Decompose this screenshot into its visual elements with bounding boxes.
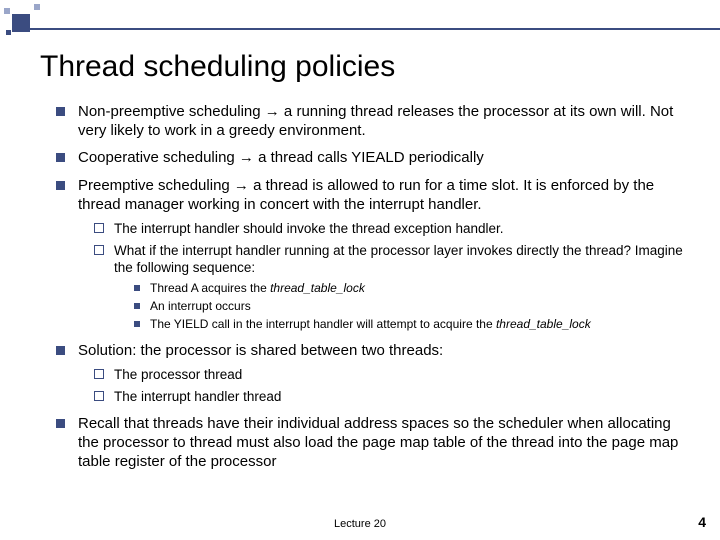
italic-term: thread_table_lock — [496, 317, 591, 331]
sub-text: What if the interrupt handler running at… — [114, 243, 683, 275]
sub-item: The interrupt handler should invoke the … — [94, 220, 690, 237]
italic-term: thread_table_lock — [270, 281, 365, 295]
sub-item: What if the interrupt handler running at… — [94, 242, 690, 333]
sub-list: The processor thread The interrupt handl… — [78, 366, 690, 406]
bullet-text: Recall that threads have their individua… — [78, 415, 678, 470]
slide-content: Thread scheduling policies Non-preemptiv… — [0, 0, 720, 471]
bullet-item: Cooperative scheduling → a thread calls … — [56, 148, 690, 167]
bullet-item: Recall that threads have their individua… — [56, 414, 690, 472]
subsub-item: An interrupt occurs — [134, 299, 690, 314]
sub-list: The interrupt handler should invoke the … — [78, 220, 690, 333]
sub-text: The interrupt handler should invoke the … — [114, 221, 504, 236]
bullet-list: Non-preemptive scheduling → a running th… — [44, 102, 690, 471]
footer-lecture: Lecture 20 — [0, 518, 720, 530]
footer-page-number: 4 — [698, 514, 706, 530]
sub-item: The processor thread — [94, 366, 690, 383]
subsub-text: Thread A acquires the — [150, 281, 270, 295]
bullet-text: Non-preemptive scheduling → a running th… — [78, 103, 673, 139]
sub-text: The processor thread — [114, 367, 242, 382]
sub-item: The interrupt handler thread — [94, 388, 690, 405]
subsub-list: Thread A acquires the thread_table_lock … — [114, 281, 690, 333]
subsub-item: Thread A acquires the thread_table_lock — [134, 281, 690, 296]
top-divider — [28, 28, 720, 30]
bullet-item: Solution: the processor is shared betwee… — [56, 341, 690, 406]
bullet-item: Preemptive scheduling → a thread is allo… — [56, 176, 690, 333]
bullet-text: Preemptive scheduling → a thread is allo… — [78, 177, 654, 213]
bullet-item: Non-preemptive scheduling → a running th… — [56, 102, 690, 140]
subsub-text: The YIELD call in the interrupt handler … — [150, 317, 496, 331]
bullet-text: Cooperative scheduling → a thread calls … — [78, 149, 484, 166]
slide-title: Thread scheduling policies — [40, 50, 690, 84]
corner-decoration — [4, 4, 44, 44]
subsub-text: An interrupt occurs — [150, 299, 251, 313]
sub-text: The interrupt handler thread — [114, 389, 281, 404]
subsub-item: The YIELD call in the interrupt handler … — [134, 317, 690, 332]
bullet-text: Solution: the processor is shared betwee… — [78, 342, 443, 359]
